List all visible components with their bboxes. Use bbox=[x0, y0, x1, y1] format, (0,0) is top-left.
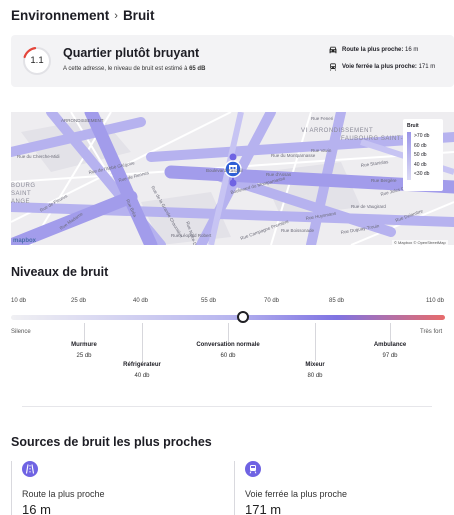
breadcrumb-parent[interactable]: Environnement bbox=[11, 8, 109, 23]
sources-title: Sources de bruit les plus proches bbox=[11, 435, 212, 449]
map-legend: Bruit >70 db 60 db 50 db 40 db <30 db bbox=[403, 119, 443, 191]
svg-text:ARRONDISSEMENT: ARRONDISSEMENT bbox=[61, 118, 104, 123]
scale-label: 40 db bbox=[133, 298, 149, 304]
scale-label: 110 db bbox=[426, 298, 444, 304]
car-icon bbox=[329, 46, 337, 54]
legend-item: 40 db bbox=[414, 161, 427, 168]
svg-text:Rue du Cherche-Midi: Rue du Cherche-Midi bbox=[17, 154, 60, 159]
map-canvas: ARRONDISSEMENT Rue Feneri Rue du Cherche… bbox=[11, 112, 454, 245]
svg-text:Rue Boissonade: Rue Boissonade bbox=[281, 228, 315, 233]
source-distance: 171 m bbox=[245, 502, 282, 515]
source-card-rail: Voie ferrée la plus proche 171 m bbox=[234, 461, 454, 515]
svg-text:Rue Feneri: Rue Feneri bbox=[311, 116, 333, 121]
example-murmur: Murmure 25 db bbox=[71, 342, 97, 359]
noise-map[interactable]: ARRONDISSEMENT Rue Feneri Rue du Cherche… bbox=[11, 112, 454, 245]
source-card-road: Route la plus proche 16 m bbox=[11, 461, 233, 515]
svg-text:SAINT: SAINT bbox=[11, 191, 31, 197]
legend-item: 50 db bbox=[414, 152, 427, 159]
nearest-rail-info: Voie ferrée la plus proche: 171 m bbox=[329, 63, 435, 71]
noise-summary-card: 1.1 Quartier plutôt bruyant A cette adre… bbox=[11, 35, 454, 87]
svg-text:Rue de Vaugirard: Rue de Vaugirard bbox=[351, 204, 386, 209]
svg-text:ANGE: ANGE bbox=[11, 199, 30, 205]
example-fridge: Réfrigérateur 40 db bbox=[123, 362, 161, 379]
source-label: Route la plus proche bbox=[22, 489, 105, 499]
svg-text:Boulevard Raspail: Boulevard Raspail bbox=[206, 168, 243, 173]
noise-scale-bar bbox=[11, 315, 445, 320]
example-blender: Mixeur 80 db bbox=[305, 362, 325, 379]
scale-label: 70 db bbox=[264, 298, 280, 304]
breadcrumb-current: Bruit bbox=[122, 8, 155, 23]
scale-label: 25 db bbox=[71, 298, 87, 304]
svg-text:Rue d'Assas: Rue d'Assas bbox=[266, 172, 292, 177]
legend-item: <30 db bbox=[414, 171, 430, 178]
road-icon bbox=[22, 461, 38, 477]
svg-text:Rue du Montparnasse: Rue du Montparnasse bbox=[271, 153, 316, 158]
noise-score-gauge: 1.1 bbox=[22, 46, 52, 76]
train-icon bbox=[329, 63, 337, 71]
legend-title: Bruit bbox=[407, 123, 419, 129]
svg-text:BOURG: BOURG bbox=[11, 183, 36, 189]
scale-tick bbox=[142, 323, 143, 361]
scale-label: 85 db bbox=[329, 298, 345, 304]
source-distance: 16 m bbox=[22, 502, 51, 515]
very-loud-label: Très fort bbox=[420, 329, 443, 335]
summary-title: Quartier plutôt bruyant bbox=[63, 46, 200, 60]
train-icon bbox=[245, 461, 261, 477]
levels-title: Niveaux de bruit bbox=[11, 265, 109, 279]
svg-text:Rue Léopold Robert: Rue Léopold Robert bbox=[171, 233, 212, 238]
legend-color-bar bbox=[407, 132, 411, 180]
legend-item: >70 db bbox=[414, 133, 430, 139]
scale-labels: 10 db 25 db 40 db 55 db 70 db 85 db 110 … bbox=[11, 298, 445, 308]
nearest-road-info: Route la plus proche: 16 m bbox=[329, 46, 418, 54]
legend-item: 60 db bbox=[414, 142, 427, 149]
svg-text:Rue Bergère: Rue Bergère bbox=[371, 178, 397, 183]
map-attribution[interactable]: © Mapbox © OpenStreetMap bbox=[392, 240, 448, 245]
summary-db-value: 65 dB bbox=[189, 66, 206, 72]
example-ambulance: Ambulance 97 db bbox=[373, 342, 407, 359]
breadcrumb: Environnement › Bruit bbox=[11, 8, 154, 23]
example-conversation: Conversation normale 60 db bbox=[196, 342, 260, 359]
mapbox-logo[interactable]: mapbox bbox=[13, 238, 36, 244]
summary-description: A cette adresse, le niveau de bruit est … bbox=[63, 66, 206, 72]
silence-label: Silence bbox=[11, 329, 31, 335]
scale-label: 55 db bbox=[201, 298, 217, 304]
source-label: Voie ferrée la plus proche bbox=[245, 489, 348, 499]
scale-tick bbox=[315, 323, 316, 361]
svg-text:VI ARRONDISSEMENT: VI ARRONDISSEMENT bbox=[301, 128, 373, 134]
current-level-marker bbox=[237, 311, 249, 323]
section-divider bbox=[22, 406, 432, 407]
scale-label: 10 db bbox=[11, 298, 27, 304]
breadcrumb-separator: › bbox=[114, 9, 118, 22]
noise-score-value: 1.1 bbox=[30, 55, 44, 66]
